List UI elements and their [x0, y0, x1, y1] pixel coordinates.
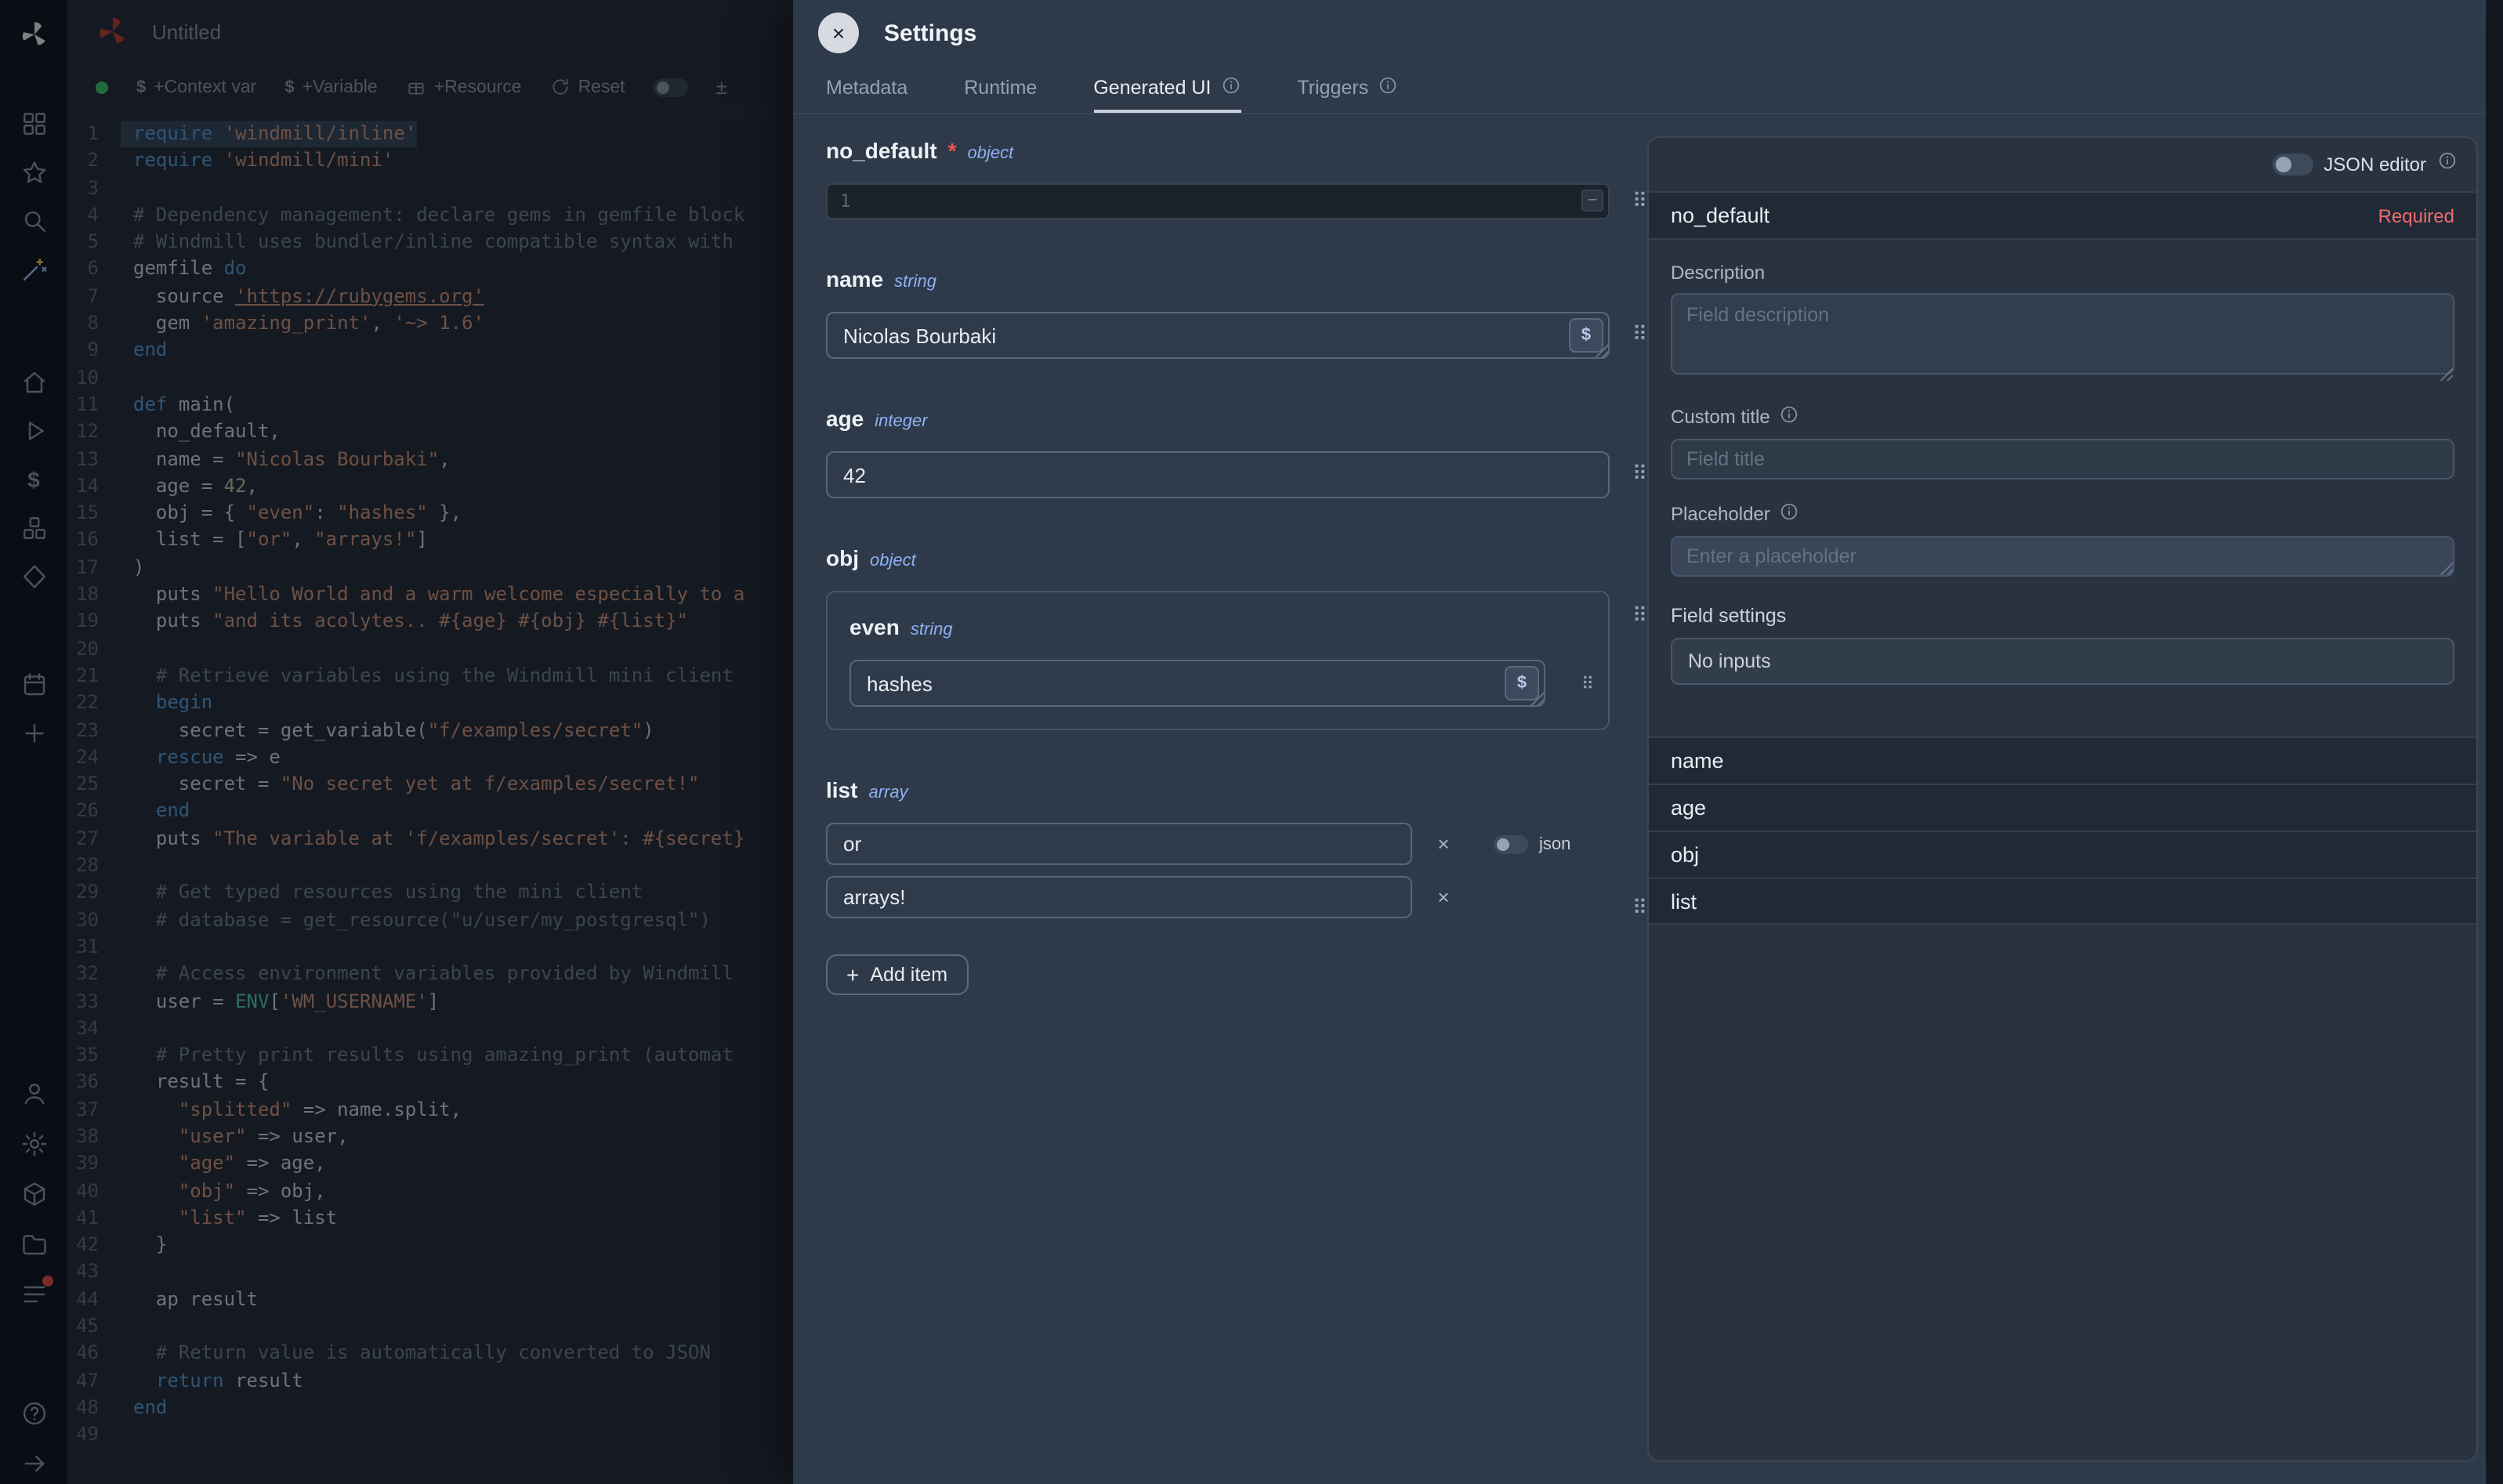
drag-handle-icon[interactable]: ⠿ — [1632, 191, 1647, 212]
tab-metadata[interactable]: Metadata — [826, 66, 907, 113]
description-textarea[interactable] — [1671, 293, 2454, 375]
settings-modal: × Settings Metadata Runtime Generated UI… — [793, 0, 2486, 1484]
panel-row-age[interactable]: age — [1649, 784, 2476, 831]
info-icon[interactable] — [2437, 150, 2458, 179]
info-icon[interactable] — [1220, 75, 1241, 100]
panel-field-rows: name age obj list — [1649, 737, 2476, 925]
field-label: list — [826, 777, 857, 802]
remove-item-icon[interactable]: × — [1431, 832, 1456, 856]
field-label: obj — [826, 545, 859, 570]
no-default-json-input[interactable]: 1 – — [826, 183, 1610, 219]
field-type: integer — [875, 412, 927, 431]
close-icon[interactable]: × — [818, 13, 859, 53]
add-item-button[interactable]: + Add item — [826, 954, 968, 995]
name-input[interactable] — [826, 312, 1610, 359]
json-editor-toggle[interactable] — [2272, 154, 2313, 176]
generated-ui-content: no_default* object 1 – ⠿ name strin — [793, 116, 2486, 1484]
even-input[interactable] — [849, 660, 1545, 707]
panel-row-list[interactable]: list — [1649, 878, 2476, 925]
arguments-form: no_default* object 1 – ⠿ name strin — [826, 138, 1610, 1042]
panel-row-name[interactable]: name — [1649, 737, 2476, 784]
description-label: Description — [1671, 262, 2454, 284]
drag-handle-icon[interactable]: ⠿ — [1632, 465, 1647, 485]
field-settings-label: Field settings — [1671, 605, 2454, 627]
custom-title-label: Custom title — [1671, 404, 2454, 429]
field-editor-section: Description Custom title Placeholder — [1649, 238, 2476, 713]
drag-handle-icon[interactable]: ⠿ — [1632, 606, 1647, 627]
field-label: no_default — [826, 138, 937, 163]
tab-runtime[interactable]: Runtime — [964, 66, 1037, 113]
field-type: string — [894, 273, 936, 291]
list-item-input[interactable] — [826, 876, 1412, 918]
panel-toolbar: JSON editor — [1649, 138, 2476, 191]
drag-handle-icon[interactable]: ⠿ — [1632, 899, 1647, 919]
field-list: list array × json ⠿ — [826, 777, 1610, 995]
field-type: object — [870, 552, 916, 570]
collapse-editor-icon[interactable]: – — [1581, 190, 1603, 212]
settings-tabs: Metadata Runtime Generated UI Triggers — [793, 66, 2486, 114]
field-no-default: no_default* object 1 – ⠿ — [826, 138, 1610, 219]
modal-title: Settings — [884, 20, 976, 46]
placeholder-input[interactable] — [1671, 536, 2454, 577]
placeholder-label: Placeholder — [1671, 501, 2454, 527]
field-age: age integer ⠿ — [826, 406, 1610, 498]
field-type: string — [911, 621, 953, 639]
panel-row-obj[interactable]: obj — [1649, 831, 2476, 878]
json-editor-label: JSON editor — [2324, 154, 2426, 176]
required-badge: Required — [2378, 205, 2454, 226]
json-toggle-switch[interactable] — [1494, 834, 1528, 853]
field-type: object — [967, 144, 1013, 163]
required-asterisk: * — [948, 138, 957, 163]
field-label: age — [826, 406, 864, 431]
plus-icon: + — [846, 962, 859, 987]
field-settings-value: No inputs — [1671, 638, 2454, 685]
modal-header: × Settings — [793, 0, 2486, 66]
age-input[interactable] — [826, 451, 1610, 498]
insert-variable-icon[interactable]: $ — [1505, 666, 1539, 700]
obj-nested-panel: even string $ ⠿ — [826, 591, 1610, 730]
field-label: name — [826, 266, 883, 291]
list-item-row: × json ⠿ — [826, 823, 1610, 865]
list-item-input[interactable] — [826, 823, 1412, 865]
info-icon[interactable] — [1378, 75, 1398, 100]
insert-variable-icon[interactable]: $ — [1569, 318, 1603, 353]
drag-handle-icon[interactable]: ⠿ — [1581, 674, 1594, 694]
info-icon[interactable] — [1780, 501, 1800, 527]
remove-item-icon[interactable]: × — [1431, 885, 1456, 909]
app-root: $ — [0, 0, 2503, 1484]
json-toggle: json — [1494, 834, 1570, 853]
field-settings-panel: JSON editor no_default Required Descript… — [1647, 136, 2478, 1462]
drag-handle-icon[interactable]: ⠿ — [1632, 325, 1647, 346]
field-obj: obj object even string $ — [826, 545, 1610, 730]
panel-row-no-default[interactable]: no_default Required — [1649, 191, 2476, 238]
field-name: name string $ ⠿ — [826, 266, 1610, 359]
info-icon[interactable] — [1780, 404, 1800, 429]
custom-title-input[interactable] — [1671, 439, 2454, 480]
tab-triggers[interactable]: Triggers — [1297, 66, 1398, 113]
field-type: array — [868, 784, 907, 802]
tab-generated-ui[interactable]: Generated UI — [1093, 66, 1241, 113]
mini-editor-line-number: 1 — [840, 191, 850, 212]
field-label: even — [849, 614, 900, 639]
list-item-row: × — [826, 876, 1610, 918]
